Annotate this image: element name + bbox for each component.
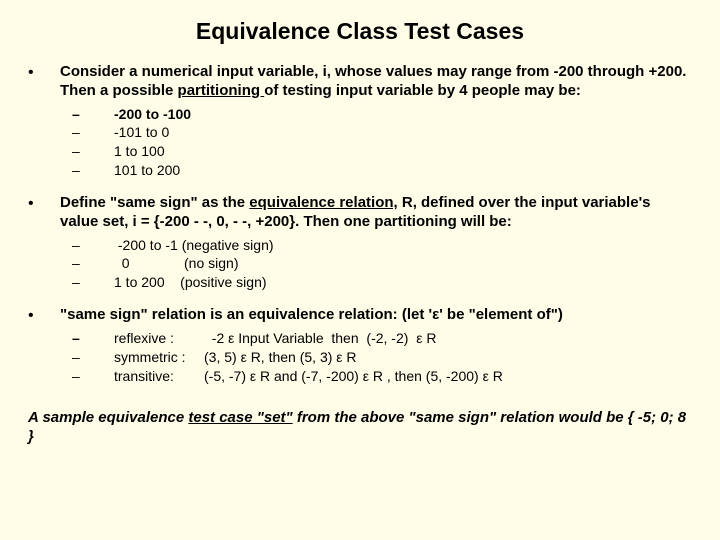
b3-s-text: (3, 5) ε R, then (5, 3) ε R — [204, 349, 357, 365]
bullet-1-content: Consider a numerical input variable, i, … — [60, 63, 692, 180]
dash: – — [60, 236, 114, 255]
b3-s: symmetric :(3, 5) ε R, then (5, 3) ε R — [114, 348, 692, 367]
footer-note: A sample equivalence test case "set" fro… — [28, 408, 692, 447]
bullet-3-content: "same sign" relation is an equivalence r… — [60, 306, 692, 385]
dash: – — [60, 329, 114, 348]
dash: – — [60, 273, 114, 292]
footer-underlined: test case "set" — [188, 409, 292, 426]
b1-sub4: – 101 to 200 — [60, 161, 692, 180]
b3-sub-reflexive: –reflexive : -2 ε Input Variable then (-… — [60, 329, 692, 348]
b1-underlined: partitioning — [178, 82, 265, 99]
b1-s1: -200 to -100 — [114, 105, 692, 124]
dash: – — [60, 105, 114, 124]
bullet-marker: • — [28, 194, 60, 292]
b2-s2: 0 (no sign) — [114, 254, 692, 273]
bullet-2-lead: Define "same sign" as the equivalence re… — [60, 194, 650, 230]
b3-r: reflexive : -2 ε Input Variable then (-2… — [114, 329, 692, 348]
dash: – — [60, 367, 114, 386]
b3-s-label: symmetric : — [114, 348, 204, 367]
b2-sub3: –1 to 200 (positive sign) — [60, 273, 692, 292]
slide-title: Equivalence Class Test Cases — [28, 18, 692, 45]
bullet-2: • Define "same sign" as the equivalence … — [28, 194, 692, 292]
bullet-3: • "same sign" relation is an equivalence… — [28, 306, 692, 385]
b3-r-text: -2 ε Input Variable then (-2, -2) ε R — [204, 330, 436, 346]
bullet-1-lead: Consider a numerical input variable, i, … — [60, 63, 686, 99]
bullet-3-lead: "same sign" relation is an equivalence r… — [60, 306, 563, 323]
b3-t-text: (-5, -7) ε R and (-7, -200) ε R , then (… — [204, 368, 503, 384]
bullet-marker: • — [28, 63, 60, 180]
dash: – — [60, 254, 114, 273]
b3-sub-symmetric: –symmetric :(3, 5) ε R, then (5, 3) ε R — [60, 348, 692, 367]
slide-container: Equivalence Class Test Cases • Consider … — [0, 0, 720, 457]
bullet-1: • Consider a numerical input variable, i… — [28, 63, 692, 180]
b3-sub-transitive: –transitive:(-5, -7) ε R and (-7, -200) … — [60, 367, 692, 386]
b1-lead-b: of testing input variable by 4 people ma… — [264, 82, 581, 99]
b1-sub1: –-200 to -100 — [60, 105, 692, 124]
b2-u1: equivalence relation, — [249, 194, 397, 211]
b2-s3: 1 to 200 (positive sign) — [114, 273, 692, 292]
b1-s3: 1 to 100 — [114, 142, 692, 161]
b3-t: transitive:(-5, -7) ε R and (-7, -200) ε… — [114, 367, 692, 386]
b2-sublist: – -200 to -1 (negative sign) – 0 (no sig… — [60, 236, 692, 293]
footer-p1: A sample equivalence — [28, 409, 188, 426]
b1-s2: -101 to 0 — [114, 123, 692, 142]
b2-sub1: – -200 to -1 (negative sign) — [60, 236, 692, 255]
b1-sub3: – 1 to 100 — [60, 142, 692, 161]
b1-s4: 101 to 200 — [114, 161, 692, 180]
dash: – — [60, 348, 114, 367]
bullet-marker: • — [28, 306, 60, 385]
b3-r-label: reflexive : — [114, 329, 204, 348]
b3-sublist: –reflexive : -2 ε Input Variable then (-… — [60, 329, 692, 386]
dash: – — [60, 161, 114, 180]
b2-p1: Define "same sign" as the — [60, 194, 249, 211]
b3-t-label: transitive: — [114, 367, 204, 386]
b2-s1: -200 to -1 (negative sign) — [114, 236, 692, 255]
dash: – — [60, 123, 114, 142]
b2-sub2: – 0 (no sign) — [60, 254, 692, 273]
bullet-2-content: Define "same sign" as the equivalence re… — [60, 194, 692, 292]
b1-sub2: – -101 to 0 — [60, 123, 692, 142]
b1-sublist: –-200 to -100 – -101 to 0 – 1 to 100 – 1… — [60, 105, 692, 181]
dash: – — [60, 142, 114, 161]
